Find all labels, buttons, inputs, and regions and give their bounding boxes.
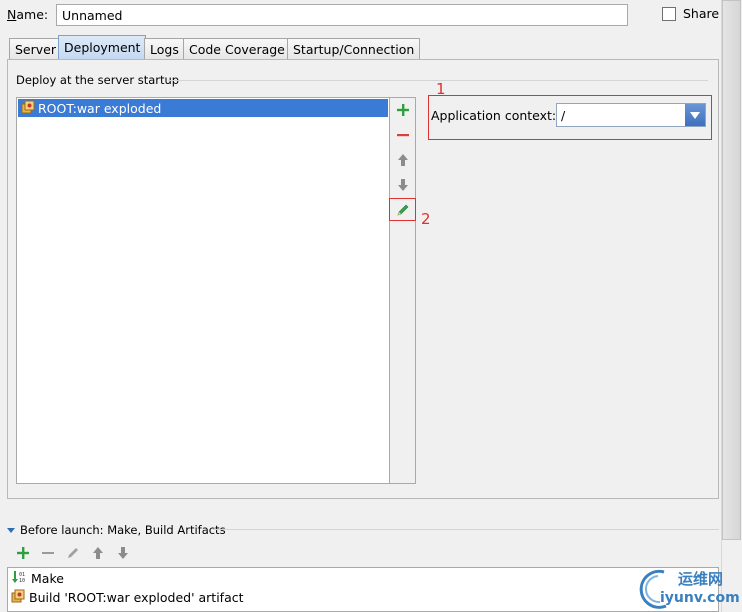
before-launch-list[interactable]: 01 10 Make Build 'ROOT:war exploded' arti…	[7, 567, 719, 612]
before-launch-title: Before launch: Make, Build Artifacts	[20, 523, 226, 537]
list-item[interactable]: Build 'ROOT:war exploded' artifact	[11, 588, 244, 606]
application-context-label: Application context:	[431, 108, 557, 123]
before-launch-item-label: Build 'ROOT:war exploded' artifact	[29, 589, 244, 605]
move-down-button[interactable]	[394, 176, 412, 194]
move-up-button[interactable]	[394, 151, 412, 169]
make-icon: 01 10	[11, 570, 27, 587]
remove-icon	[41, 552, 54, 554]
before-launch-remove-button[interactable]	[35, 543, 60, 563]
remove-icon	[397, 134, 409, 137]
tab-code-coverage[interactable]: Code Coverage	[183, 38, 291, 59]
artifact-icon	[11, 589, 25, 606]
before-launch-edit-button[interactable]	[60, 543, 85, 563]
add-icon	[16, 547, 29, 559]
move-down-icon	[117, 547, 128, 559]
move-down-icon	[398, 179, 408, 191]
artifact-toolbar	[389, 97, 416, 484]
move-up-icon	[92, 547, 103, 559]
tab-deployment[interactable]: Deployment	[58, 35, 147, 59]
edit-icon	[67, 548, 78, 558]
artifact-list[interactable]: ROOT:war exploded	[16, 97, 390, 484]
tab-startup-connection[interactable]: Startup/Connection	[287, 38, 421, 59]
add-icon	[397, 104, 409, 116]
before-launch-toolbar	[10, 543, 135, 563]
list-item[interactable]: ROOT:war exploded	[18, 99, 388, 117]
tab-logs[interactable]: Logs	[144, 38, 185, 59]
tab-server[interactable]: Server	[9, 38, 62, 59]
collapse-triangle-icon[interactable]	[7, 527, 15, 533]
application-context-value[interactable]: /	[557, 108, 685, 123]
scrollbar-thumb[interactable]	[722, 0, 741, 540]
before-launch-move-down-button[interactable]	[110, 543, 135, 563]
before-launch-item-label: Make	[31, 570, 64, 586]
artifact-label: ROOT:war exploded	[38, 100, 162, 116]
name-label: Name:	[7, 7, 49, 22]
name-input[interactable]	[56, 4, 628, 26]
svg-text:10: 10	[19, 578, 25, 584]
before-launch-header[interactable]: Before launch: Make, Build Artifacts	[7, 523, 226, 537]
before-launch-add-button[interactable]	[10, 543, 35, 563]
annotation-number-1: 1	[436, 80, 446, 98]
annotation-number-2: 2	[421, 210, 431, 228]
share-checkbox[interactable]: Share	[662, 6, 719, 21]
before-launch-move-up-button[interactable]	[85, 543, 110, 563]
chevron-down-icon	[690, 111, 700, 119]
list-item[interactable]: 01 10 Make	[11, 569, 64, 587]
share-label: Share	[683, 6, 720, 21]
watermark-en: iyunv.com	[660, 590, 740, 606]
dropdown-button[interactable]	[685, 104, 705, 126]
remove-button[interactable]	[394, 126, 412, 144]
annotation-box-2	[389, 198, 416, 221]
section-divider	[213, 529, 719, 530]
share-checkbox-box[interactable]	[662, 6, 676, 21]
add-button[interactable]	[394, 101, 412, 119]
deploy-section-title: Deploy at the server startup	[16, 73, 180, 87]
watermark-cn: 运维网	[678, 570, 724, 588]
move-up-icon	[398, 154, 408, 166]
artifact-icon	[21, 100, 35, 117]
application-context-combo[interactable]: /	[556, 103, 706, 127]
